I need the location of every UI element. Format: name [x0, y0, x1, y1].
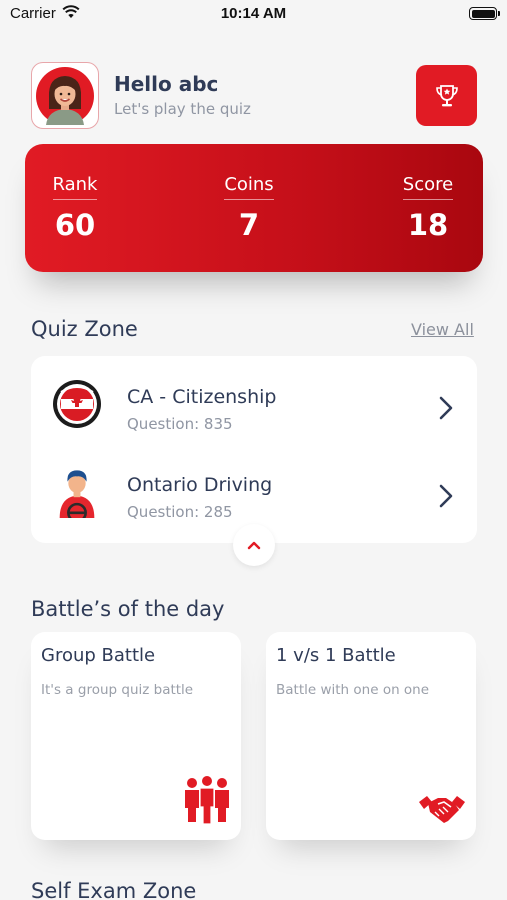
self-exam-title: Self Exam Zone: [31, 879, 197, 900]
quiz-item-count: Question: 285: [127, 503, 233, 521]
stat-coins-label: Coins: [224, 174, 274, 200]
chevron-right-icon: [439, 484, 453, 508]
battle-title: 1 v/s 1 Battle: [276, 645, 396, 666]
group-people-icon: [185, 776, 229, 825]
chevron-up-icon: [247, 541, 261, 550]
chevron-right-icon: [439, 396, 453, 420]
battle-description: Battle with one on one: [276, 682, 430, 698]
quiz-zone-title: Quiz Zone: [31, 317, 138, 341]
leaderboard-button[interactable]: [416, 65, 477, 126]
greeting-subtitle: Let's play the quiz: [114, 100, 251, 118]
quiz-zone-card: CA - Citizenship Question: 835 Ontario D…: [31, 356, 477, 543]
stat-rank-value: 60: [54, 208, 96, 242]
citizenship-badge-icon: [53, 380, 101, 428]
battery-icon: [469, 7, 500, 20]
group-battle-card[interactable]: Group Battle It's a group quiz battle: [31, 632, 241, 840]
battle-title: Group Battle: [41, 645, 156, 666]
clock: 10:14 AM: [220, 5, 287, 22]
view-all-link[interactable]: View All: [411, 320, 474, 339]
quiz-item-citizenship[interactable]: CA - Citizenship Question: 835: [31, 368, 477, 438]
stat-score: Score 18: [397, 174, 459, 242]
battle-description: It's a group quiz battle: [41, 682, 194, 698]
collapse-button[interactable]: [233, 524, 275, 566]
stat-score-label: Score: [402, 174, 454, 200]
handshake-icon: [419, 796, 465, 823]
stat-score-value: 18: [407, 208, 449, 242]
avatar[interactable]: [31, 62, 99, 129]
quiz-item-count: Question: 835: [127, 415, 233, 433]
battles-title: Battle’s of the day: [31, 597, 225, 621]
one-vs-one-battle-card[interactable]: 1 v/s 1 Battle Battle with one on one: [266, 632, 476, 840]
quiz-item-name: CA - Citizenship: [127, 386, 277, 408]
user-avatar-icon: [36, 66, 94, 125]
stat-rank: Rank 60: [49, 174, 101, 242]
quiz-item-name: Ontario Driving: [127, 474, 273, 496]
status-bar: Carrier 10:14 AM: [0, 0, 507, 30]
greeting-title: Hello abc: [114, 72, 219, 96]
stat-coins: Coins 7: [217, 174, 281, 242]
quiz-item-driving[interactable]: Ontario Driving Question: 285: [31, 456, 477, 526]
driver-icon: [59, 470, 95, 518]
trophy-icon: [435, 84, 458, 106]
stats-card: Rank 60 Coins 7 Score 18: [25, 144, 483, 272]
stat-rank-label: Rank: [52, 174, 98, 200]
stat-coins-value: 7: [238, 208, 260, 242]
